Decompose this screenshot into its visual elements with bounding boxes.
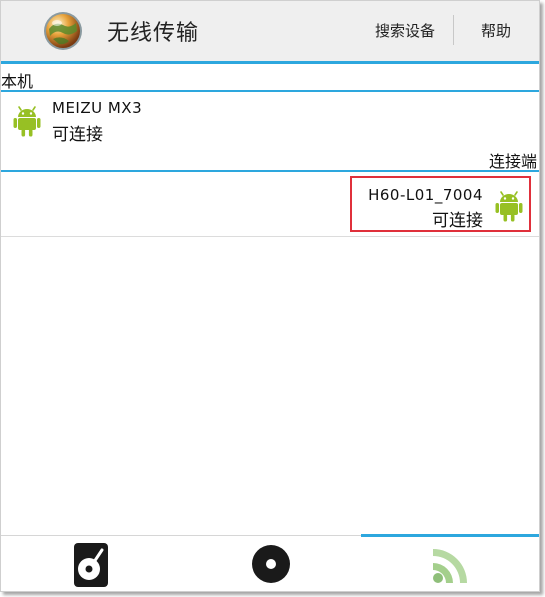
remote-device-item[interactable]: H60-L01_7004 可连接 xyxy=(350,176,531,232)
local-device-status: 可连接 xyxy=(52,125,103,145)
help-button[interactable]: 帮助 xyxy=(481,20,511,41)
app-title: 无线传输 xyxy=(107,21,200,46)
phone-disc-icon xyxy=(74,543,108,587)
tab-transfer[interactable] xyxy=(361,537,539,591)
remote-section-header: 连接端 xyxy=(488,152,537,171)
remote-row-divider xyxy=(1,236,539,237)
remote-device-name: H60-L01_7004 xyxy=(368,186,483,204)
action-bar: 无线传输 搜索设备 帮助 xyxy=(1,1,539,61)
android-icon xyxy=(495,191,523,222)
disc-icon xyxy=(252,545,290,583)
search-devices-button[interactable]: 搜索设备 xyxy=(375,20,435,41)
actionbar-divider xyxy=(453,15,454,45)
local-section-divider xyxy=(1,90,539,92)
tab-disc[interactable] xyxy=(181,537,361,591)
globe-icon[interactable] xyxy=(43,11,83,51)
local-section-header: 本机 xyxy=(1,72,34,91)
app-window: 无线传输 搜索设备 帮助 本机 MEIZU MX3 可连接 连接端 H60-L0… xyxy=(0,0,540,592)
remote-section-divider xyxy=(1,170,539,172)
remote-device-status: 可连接 xyxy=(432,211,483,231)
android-icon xyxy=(13,106,41,137)
actionbar-underline xyxy=(1,61,539,64)
local-device-name: MEIZU MX3 xyxy=(52,99,143,117)
tab-phone[interactable] xyxy=(1,537,181,591)
wifi-signal-icon xyxy=(433,549,467,583)
